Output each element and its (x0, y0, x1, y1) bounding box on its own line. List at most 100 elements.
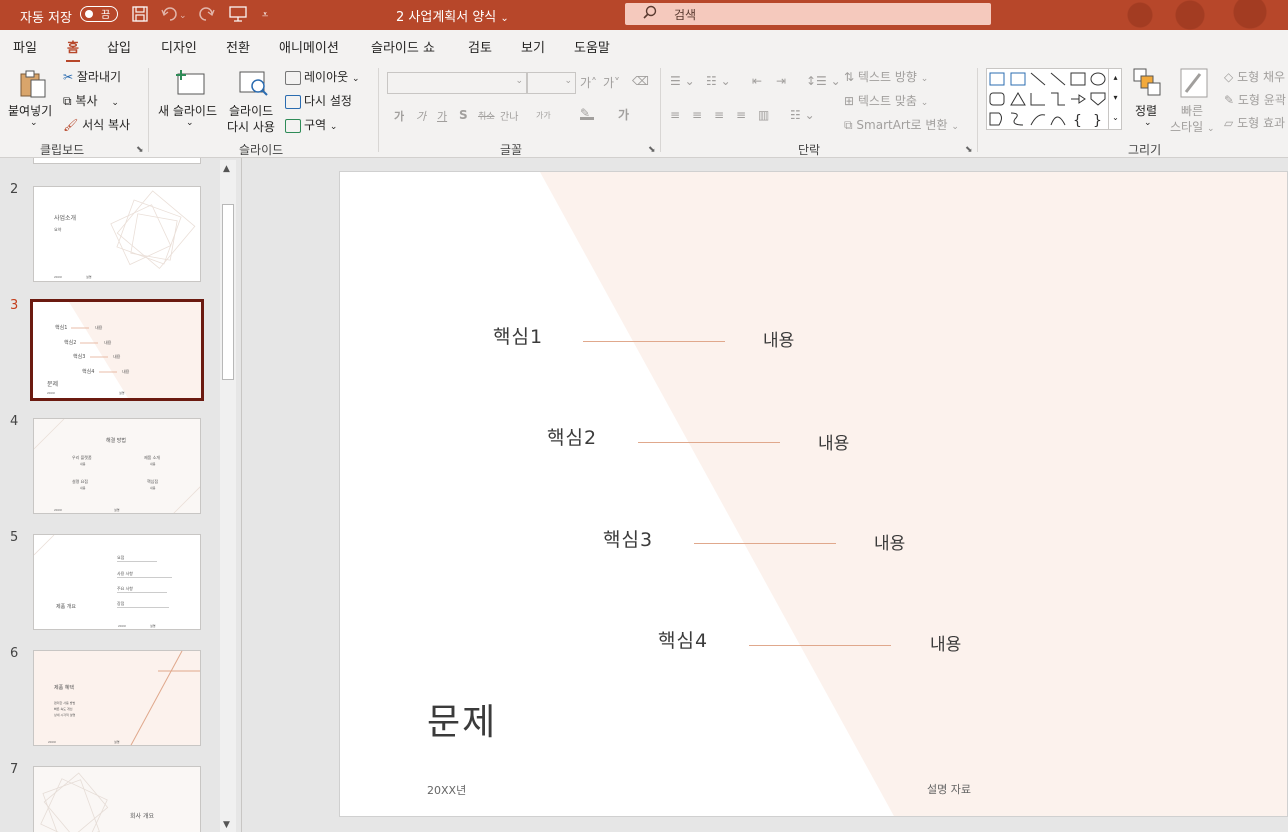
save-icon[interactable] (131, 5, 149, 27)
paste-button[interactable]: 붙여넣기 (8, 102, 52, 119)
tab-help[interactable]: 도움말 (573, 37, 611, 56)
scroll-thumb[interactable] (222, 204, 234, 380)
align-center-icon[interactable]: ≡ (692, 108, 702, 122)
slide-thumbnail[interactable]: 제품 개요 요점 사용 사항 주요 사항 장점 20XX 설명 (33, 534, 201, 630)
tab-file[interactable]: 파일 (12, 37, 38, 56)
increase-indent-icon[interactable]: ⇥ (776, 74, 786, 88)
char-spacing-button[interactable]: 간나 (500, 108, 518, 123)
paragraph-launcher-icon[interactable]: ⬊ (965, 145, 973, 155)
document-title[interactable]: 2 사업계획서 양식 ⌄ (396, 6, 509, 25)
slide-thumbnail[interactable]: 해결 방법 우리 플랫폼 제품 소개 설명 요점 핵심점 내용 내용 내용 내용… (33, 418, 201, 514)
key-value-3[interactable]: 내용 (874, 529, 905, 554)
highlight-icon[interactable]: ✎ (580, 106, 594, 120)
arrange-chevron-icon[interactable]: ⌄ (1144, 118, 1152, 128)
layout-button[interactable]: 레이아웃 ⌄ (285, 68, 360, 85)
tab-view[interactable]: 보기 (520, 37, 546, 56)
undo-icon[interactable]: ⌄ (160, 5, 187, 27)
clear-format-icon[interactable]: ⌫ (632, 74, 649, 88)
slide-thumbnail[interactable]: 사업소개 요약 20XX 설명 (33, 186, 201, 282)
format-painter-button[interactable]: 🖌 서식 복사 (63, 116, 130, 133)
line-spacing-icon[interactable]: ↕☰ ⌄ (806, 74, 841, 88)
slide-thumbnail-selected[interactable]: 핵심1 핵심2 핵심3 핵심4 내용 내용 내용 내용 문제 20XX 설명 (30, 299, 204, 401)
align-left-icon[interactable]: ≡ (670, 108, 680, 122)
slide-thumbnail[interactable] (33, 158, 201, 164)
font-launcher-icon[interactable]: ⬊ (648, 145, 656, 155)
slide-thumbnail-panel: 2 사업소개 요약 20XX 설명 3 핵심1 핵심2 핵심3 핵심4 내용 내 (0, 158, 240, 832)
shape-effects-button[interactable]: ▱ 도형 효과 (1224, 114, 1285, 131)
new-slide-icon[interactable] (174, 68, 206, 99)
tab-review[interactable]: 검토 (467, 37, 493, 56)
key-point-2[interactable]: 핵심2 (547, 423, 597, 450)
clipboard-launcher-icon[interactable]: ⬊ (136, 145, 144, 155)
new-slide-button[interactable]: 새 슬라이드 (158, 102, 217, 119)
copy-button[interactable]: ⧉ 복사 ⌄ (63, 92, 119, 109)
bold-button[interactable]: 가 (394, 108, 404, 124)
key-value-2[interactable]: 내용 (818, 429, 849, 454)
columns-icon[interactable]: ☷ ⌄ (790, 108, 815, 122)
smartart-button[interactable]: ⧉ SmartArt로 변환 ⌄ (844, 116, 959, 133)
key-point-1[interactable]: 핵심1 (493, 322, 543, 349)
redo-icon[interactable] (198, 5, 216, 27)
search-box[interactable]: 검색 (625, 3, 991, 25)
align-text-button[interactable]: ⊞ 텍스트 맞춤 ⌄ (844, 92, 928, 109)
slide-footer-text[interactable]: 설명 자료 (927, 781, 971, 797)
tab-animations[interactable]: 애니메이션 (278, 37, 340, 56)
section-button[interactable]: 구역 ⌄ (285, 116, 337, 133)
justify-icon[interactable]: ≡ (736, 108, 746, 122)
tab-insert[interactable]: 삽입 (106, 37, 132, 56)
distributed-icon[interactable]: ▥ (758, 108, 769, 122)
cut-button[interactable]: ✂ 잘라내기 (63, 68, 121, 85)
grow-font-button[interactable]: 가˄ (580, 74, 597, 91)
shrink-font-button[interactable]: 가˅ (603, 74, 620, 91)
numbering-icon[interactable]: ☷ ⌄ (706, 74, 731, 88)
italic-button[interactable]: 가 (416, 108, 426, 124)
quick-styles-icon[interactable] (1180, 68, 1208, 101)
key-point-4[interactable]: 핵심4 (658, 626, 708, 653)
reset-button[interactable]: 다시 설정 (285, 92, 352, 109)
underline-button[interactable]: 가 (437, 108, 447, 124)
current-slide[interactable]: 핵심1 핵심2 핵심3 핵심4 내용 내용 내용 내용 문제 20XX년 설명 … (339, 171, 1288, 817)
slide-thumbnail[interactable]: 회사 개요 (33, 766, 201, 832)
slide-footer-date[interactable]: 20XX년 (427, 782, 466, 798)
align-right-icon[interactable]: ≡ (714, 108, 724, 122)
thumbnail-scrollbar[interactable]: ▲ ▼ (220, 160, 236, 832)
section-label: 구역 (304, 118, 327, 132)
key-value-4[interactable]: 내용 (930, 630, 961, 655)
reuse-slide-icon[interactable] (238, 68, 270, 101)
font-name-combo[interactable]: ⌄ (387, 72, 527, 94)
tab-transitions[interactable]: 전환 (225, 37, 251, 56)
gallery-scroll[interactable]: ▴ ▾ ⌄ (1108, 68, 1122, 130)
arrange-icon[interactable] (1133, 68, 1161, 99)
quick-styles-button-line2[interactable]: 스타일 ⌄ (1170, 118, 1215, 135)
slide-thumbnail[interactable]: 제품 혜택 편리한 사용 방법 빠른 속도 개선 상세 시각적 설명 20XX … (33, 650, 201, 746)
quick-styles-button[interactable]: 빠른 (1181, 102, 1203, 119)
paste-icon[interactable] (17, 68, 51, 100)
key-point-3[interactable]: 핵심3 (603, 525, 653, 552)
reuse-slide-button[interactable]: 슬라이드 (229, 102, 273, 119)
bullets-icon[interactable]: ☰ ⌄ (670, 74, 695, 88)
scroll-up-icon[interactable]: ▲ (223, 164, 230, 174)
text-direction-button[interactable]: ⇅ 텍스트 방향 ⌄ (844, 68, 928, 85)
tab-slideshow[interactable]: 슬라이드 쇼 (370, 37, 436, 56)
font-color-button[interactable]: 가 (618, 106, 629, 123)
decrease-indent-icon[interactable]: ⇤ (752, 74, 762, 88)
paste-chevron-icon[interactable]: ⌄ (30, 118, 38, 128)
slide-title[interactable]: 문제 (427, 693, 497, 745)
new-slide-chevron-icon[interactable]: ⌄ (186, 118, 194, 128)
strikethrough-button[interactable]: 취소 (478, 109, 495, 122)
present-icon[interactable] (229, 5, 247, 27)
scroll-down-icon[interactable]: ▼ (223, 820, 230, 830)
customize-icon[interactable]: ⩡ (262, 8, 268, 22)
tab-home[interactable]: 홈 (66, 37, 80, 63)
reuse-slide-button-line2[interactable]: 다시 사용 (227, 118, 275, 135)
font-size-combo[interactable]: ⌄ (527, 72, 576, 94)
shadow-button[interactable]: S (459, 108, 468, 122)
autosave-toggle[interactable]: 끔 (80, 6, 118, 22)
key-value-1[interactable]: 내용 (763, 326, 794, 351)
shape-fill-button[interactable]: ◇ 도형 채우 (1224, 68, 1285, 85)
shape-outline-button[interactable]: ✎ 도형 윤곽 (1224, 91, 1286, 108)
change-case-button[interactable]: 가가 (536, 110, 551, 121)
arrange-button[interactable]: 정렬 (1135, 102, 1157, 119)
shape-gallery[interactable]: { } (986, 68, 1122, 130)
tab-design[interactable]: 디자인 (160, 37, 198, 56)
